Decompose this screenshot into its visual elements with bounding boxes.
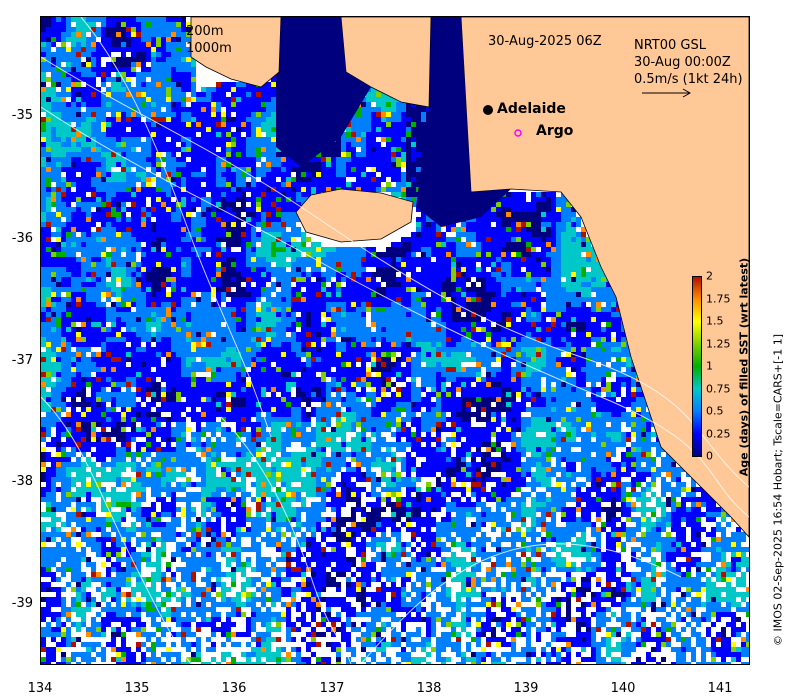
lon-tick-139: 139	[513, 681, 539, 696]
colorbar-tick: 0.25	[706, 427, 731, 440]
lon-tick-141: 141	[707, 681, 733, 696]
current-source-label: NRT00 GSL	[634, 38, 706, 53]
adelaide-marker	[483, 105, 493, 115]
lat-tick-36: -36	[11, 231, 33, 246]
lat-tick-35: -35	[11, 108, 33, 123]
lon-tick-137: 137	[319, 681, 345, 696]
adelaide-label: Adelaide	[497, 101, 566, 117]
colorbar-label: Age (days) of filled SST (wrt latest)	[737, 257, 751, 477]
current-time-label: 30-Aug 00:00Z	[634, 55, 731, 70]
colorbar-tick: 0.5	[706, 404, 724, 418]
scale-arrow-icon	[642, 88, 692, 98]
lon-tick-136: 136	[221, 681, 247, 696]
colorbar-tick: 1.25	[706, 337, 731, 350]
lat-tick-37: -37	[11, 353, 33, 368]
lon-tick-140: 140	[610, 681, 636, 696]
isobath-1000m-label: 1000m	[186, 41, 232, 56]
lat-tick-39: -39	[11, 596, 33, 611]
argo-label: Argo	[536, 123, 574, 139]
colorbar-tick: 1	[706, 359, 713, 373]
colorbar-tick: 0	[706, 449, 713, 463]
timestamp-label: 30-Aug-2025 06Z	[488, 34, 602, 49]
lon-tick-134: 134	[27, 681, 53, 696]
credit-text: © IMOS 02-Sep-2025 16:54 Hobart; Tscale=…	[771, 333, 785, 647]
lon-tick-138: 138	[416, 681, 442, 696]
colorbar-tick: 1.5	[706, 314, 724, 328]
map-plot-area	[40, 16, 750, 665]
colorbar-tick: 0.75	[706, 382, 731, 395]
colorbar-tick: 1.75	[706, 292, 731, 305]
colorbar	[692, 276, 702, 457]
colorbar-tick: 2	[706, 269, 713, 283]
lat-tick-38: -38	[11, 474, 33, 489]
isobath-200m-label: 200m	[186, 24, 224, 39]
current-scale-label: 0.5m/s (1kt 24h)	[634, 72, 743, 87]
lon-tick-135: 135	[124, 681, 150, 696]
sst-age-map	[41, 17, 749, 664]
